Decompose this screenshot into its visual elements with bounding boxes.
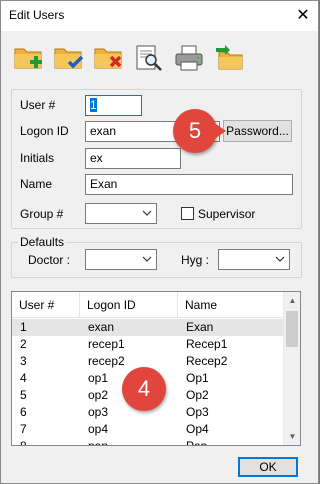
row-logon-id: op4 (88, 422, 109, 436)
user-number-label: User # (20, 98, 56, 112)
row-name: Recep1 (186, 337, 228, 351)
row-user-number: 6 (20, 405, 27, 419)
row-user-number: 4 (20, 371, 27, 385)
hyg-label: Hyg : (181, 253, 210, 267)
window-title: Edit Users (9, 8, 65, 22)
supervisor-label: Supervisor (198, 207, 256, 221)
supervisor-checkbox[interactable] (181, 207, 194, 220)
ok-button[interactable]: OK (238, 457, 298, 477)
table-row[interactable]: 2 recep1 Recep1 (12, 336, 283, 353)
row-user-number: 1 (20, 320, 27, 334)
chevron-down-icon (142, 207, 152, 219)
password-button[interactable]: Password... (223, 120, 292, 142)
row-name: Op4 (186, 422, 209, 436)
row-name: Exan (186, 320, 214, 334)
callout-badge-5: 5 (173, 109, 217, 153)
list-scrollbar[interactable]: ▲ ▼ (283, 292, 300, 445)
close-button[interactable]: ✕ (288, 1, 318, 31)
scroll-up-icon[interactable]: ▲ (284, 292, 301, 309)
user-number-field[interactable]: 1 (85, 95, 142, 116)
folder-check-icon[interactable] (53, 43, 85, 73)
scroll-thumb[interactable] (286, 311, 298, 347)
callout-badge-4: 4 (122, 367, 166, 411)
preview-icon[interactable] (133, 43, 165, 73)
group-number-label: Group # (20, 207, 64, 221)
logon-id-label: Logon ID (20, 124, 69, 138)
chevron-down-icon (275, 253, 285, 265)
edit-users-dialog: Edit Users ✕ User # 1 Logon ID exan Pass… (0, 0, 319, 484)
printer-icon[interactable] (173, 43, 205, 73)
row-user-number: 3 (20, 354, 27, 368)
user-number-value: 1 (90, 98, 97, 112)
row-name: Op2 (186, 388, 209, 402)
row-logon-id: op3 (88, 405, 109, 419)
column-header-user-number[interactable]: User # (12, 292, 80, 318)
name-label: Name (20, 177, 53, 191)
chevron-down-icon (142, 253, 152, 265)
column-header-name[interactable]: Name (178, 292, 283, 318)
row-user-number: 2 (20, 337, 27, 351)
row-name: Op1 (186, 371, 209, 385)
title-bar: Edit Users ✕ (1, 1, 318, 31)
row-logon-id: pan (88, 438, 108, 445)
row-logon-id: op1 (88, 371, 109, 385)
row-name: Op3 (186, 405, 209, 419)
row-user-number: 5 (20, 388, 27, 402)
scroll-down-icon[interactable]: ▼ (284, 428, 301, 445)
users-list[interactable]: User # Logon ID Name 1 exan Exan 2 recep1 Rec… (11, 291, 301, 446)
doctor-select[interactable] (85, 249, 157, 270)
row-user-number: 7 (20, 422, 27, 436)
table-row[interactable]: 1 exan Exan (12, 319, 283, 336)
group-number-select[interactable] (85, 203, 157, 224)
row-name: Pan (186, 438, 207, 445)
folder-add-icon[interactable] (13, 43, 45, 73)
doctor-label: Doctor : (28, 253, 71, 267)
initials-label: Initials (20, 151, 55, 165)
name-field[interactable]: Exan (85, 174, 293, 195)
list-header: User # Logon ID Name (12, 292, 283, 318)
folder-export-icon[interactable] (213, 43, 245, 73)
table-row[interactable]: 8 pan Pan (12, 438, 283, 445)
column-header-logon-id[interactable]: Logon ID (80, 292, 178, 318)
row-logon-id: exan (88, 320, 115, 334)
row-logon-id: op2 (88, 388, 109, 402)
row-logon-id: recep1 (88, 337, 125, 351)
hyg-select[interactable] (218, 249, 290, 270)
defaults-legend: Defaults (18, 235, 67, 249)
row-user-number: 8 (20, 438, 27, 445)
folder-delete-icon[interactable] (93, 43, 125, 73)
initials-field[interactable]: ex (85, 148, 181, 169)
callout-pointer (213, 122, 226, 140)
table-row[interactable]: 7 op4 Op4 (12, 421, 283, 438)
row-name: Recep2 (186, 354, 228, 368)
row-logon-id: recep2 (88, 354, 125, 368)
